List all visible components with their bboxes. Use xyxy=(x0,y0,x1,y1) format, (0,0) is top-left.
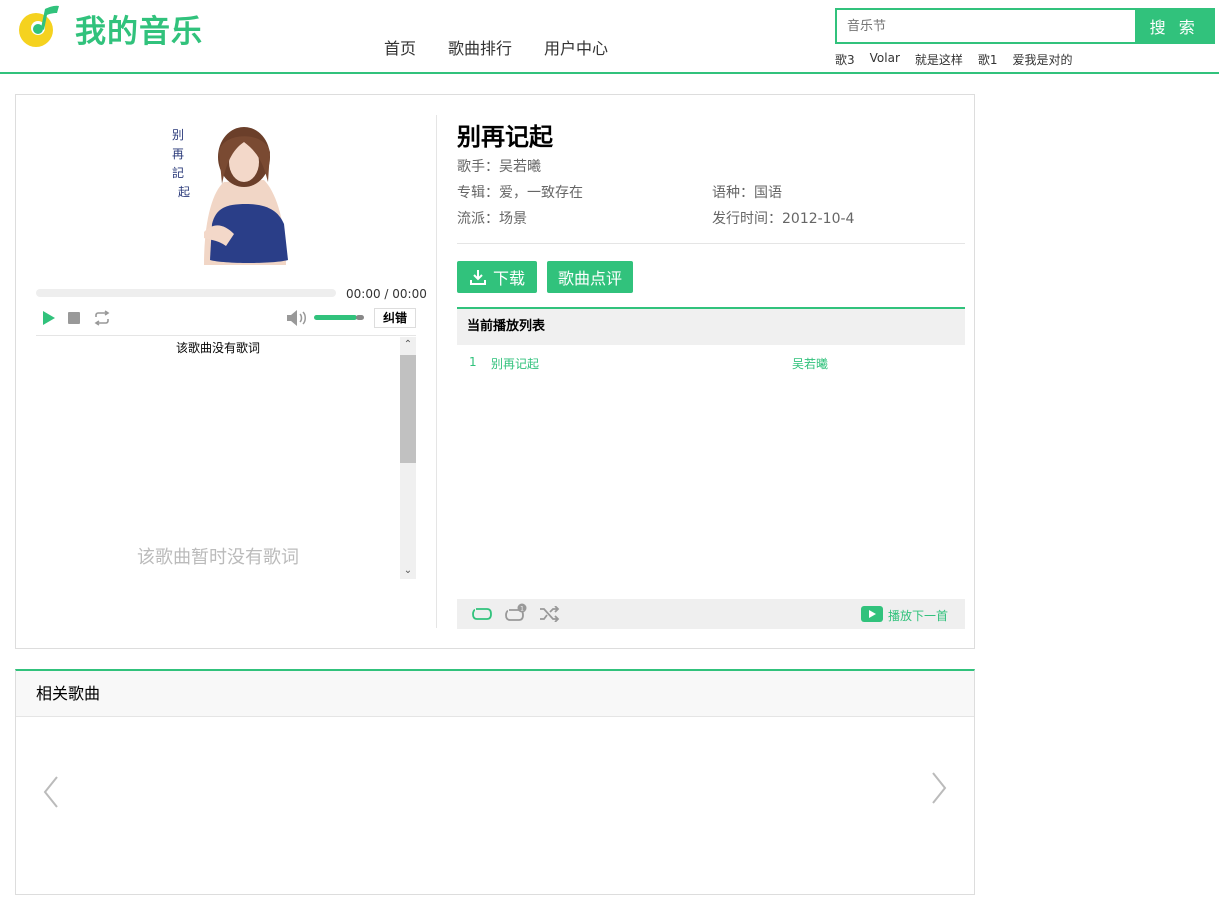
cover-title-char: 别 xyxy=(172,128,185,142)
language-label: 语种： xyxy=(712,185,754,201)
repeat-icon[interactable] xyxy=(92,309,112,327)
hot-searches: 歌3 Volar 就是这样 歌1 爱我是对的 xyxy=(835,51,1088,68)
album-cover: 别 再 記 起 xyxy=(164,112,294,265)
related-songs-panel: 相关歌曲 xyxy=(15,669,975,895)
hot-search-item[interactable]: 就是这样 xyxy=(915,51,963,68)
time-display: 00:00 / 00:00 xyxy=(346,287,427,301)
singer-label: 歌手： xyxy=(457,159,499,175)
album-name[interactable]: 爱，一致存在 xyxy=(499,185,583,201)
playlist-row-name[interactable]: 别再记起 xyxy=(491,355,539,372)
genre-label: 流派： xyxy=(457,211,499,227)
singer-name[interactable]: 吴若曦 xyxy=(499,159,541,175)
volume-slider-remaining xyxy=(356,315,364,320)
search-button[interactable]: 搜 索 xyxy=(1135,10,1213,42)
cover-title-char: 再 xyxy=(172,147,185,161)
carousel-prev-icon[interactable] xyxy=(42,775,60,809)
scroll-up-icon[interactable]: ⌃ xyxy=(400,337,416,353)
loop-all-icon[interactable] xyxy=(471,605,493,623)
progress-bar[interactable] xyxy=(36,289,336,297)
current-playlist: 当前播放列表 1 别再记起 吴若曦 1 播放下一首 xyxy=(457,307,965,629)
search-box: 搜 索 xyxy=(835,8,1215,44)
hot-search-item[interactable]: Volar xyxy=(870,51,900,68)
singer-info: 歌手：吴若曦 xyxy=(457,156,541,176)
download-label: 下载 xyxy=(492,269,525,288)
info-divider xyxy=(457,243,965,244)
play-icon[interactable] xyxy=(42,309,56,327)
hot-search-item[interactable]: 歌3 xyxy=(835,51,855,68)
scroll-down-icon[interactable]: ⌄ xyxy=(400,563,416,579)
playlist-row-singer[interactable]: 吴若曦 xyxy=(792,355,828,372)
play-next-icon[interactable] xyxy=(861,606,883,622)
lyric-empty-text: 该歌曲暂时没有歌词 xyxy=(137,547,299,568)
download-button[interactable]: 下载 xyxy=(457,261,537,293)
main-nav: 首页 歌曲排行 用户中心 xyxy=(384,35,640,59)
playlist-row[interactable]: 1 别再记起 吴若曦 xyxy=(457,355,965,375)
playlist-footer: 1 播放下一首 xyxy=(457,599,965,629)
cover-title-char: 記 xyxy=(172,166,185,180)
release-date: 2012-10-4 xyxy=(782,211,855,227)
release-info: 发行时间：2012-10-4 xyxy=(712,208,854,228)
music-logo-icon[interactable] xyxy=(15,3,63,49)
site-header: 我的音乐 首页 歌曲排行 用户中心 搜 索 歌3 Volar 就是这样 歌1 爱… xyxy=(0,0,1219,74)
report-error-button[interactable]: 纠错 xyxy=(374,308,416,328)
stop-icon[interactable] xyxy=(67,309,81,327)
panel-divider xyxy=(436,115,437,628)
carousel-next-icon[interactable] xyxy=(930,771,948,805)
volume-slider[interactable] xyxy=(314,315,357,320)
svg-text:1: 1 xyxy=(520,606,524,613)
release-label: 发行时间： xyxy=(712,211,782,227)
lyric-scrollbar[interactable]: ⌃ ⌄ xyxy=(400,337,416,579)
playlist-row-index: 1 xyxy=(469,355,477,369)
nav-home[interactable]: 首页 xyxy=(384,35,416,59)
song-title: 别再记起 xyxy=(457,123,553,151)
hot-search-item[interactable]: 爱我是对的 xyxy=(1013,51,1073,68)
related-songs-title: 相关歌曲 xyxy=(16,671,974,717)
lyric-header: 该歌曲没有歌词 xyxy=(175,341,260,355)
search-input[interactable] xyxy=(837,10,1136,42)
hot-search-item[interactable]: 歌1 xyxy=(978,51,998,68)
playlist-title: 当前播放列表 xyxy=(457,307,965,345)
site-logo-text[interactable]: 我的音乐 xyxy=(75,6,203,51)
song-detail-panel: 别 再 記 起 00:00 / 00:00 纠错 该歌曲没有歌词 ⌃ ⌄ 该歌曲… xyxy=(15,94,975,649)
scrollbar-thumb[interactable] xyxy=(400,355,416,463)
loop-one-icon[interactable]: 1 xyxy=(504,603,528,623)
album-info: 专辑：爱，一致存在 xyxy=(457,182,583,202)
genre-info: 流派：场景 xyxy=(457,208,527,228)
nav-ranking[interactable]: 歌曲排行 xyxy=(448,35,512,59)
lyric-divider xyxy=(36,335,416,336)
volume-icon[interactable] xyxy=(286,309,308,327)
language-info: 语种：国语 xyxy=(712,182,782,202)
shuffle-icon[interactable] xyxy=(539,606,561,622)
genre-value: 场景 xyxy=(499,211,527,227)
download-icon xyxy=(469,270,486,285)
play-next-label[interactable]: 播放下一首 xyxy=(888,607,948,624)
cover-title-char: 起 xyxy=(178,185,191,199)
nav-user-center[interactable]: 用户中心 xyxy=(544,35,608,59)
album-label: 专辑： xyxy=(457,185,499,201)
language-value: 国语 xyxy=(754,185,782,201)
song-comment-button[interactable]: 歌曲点评 xyxy=(547,261,633,293)
